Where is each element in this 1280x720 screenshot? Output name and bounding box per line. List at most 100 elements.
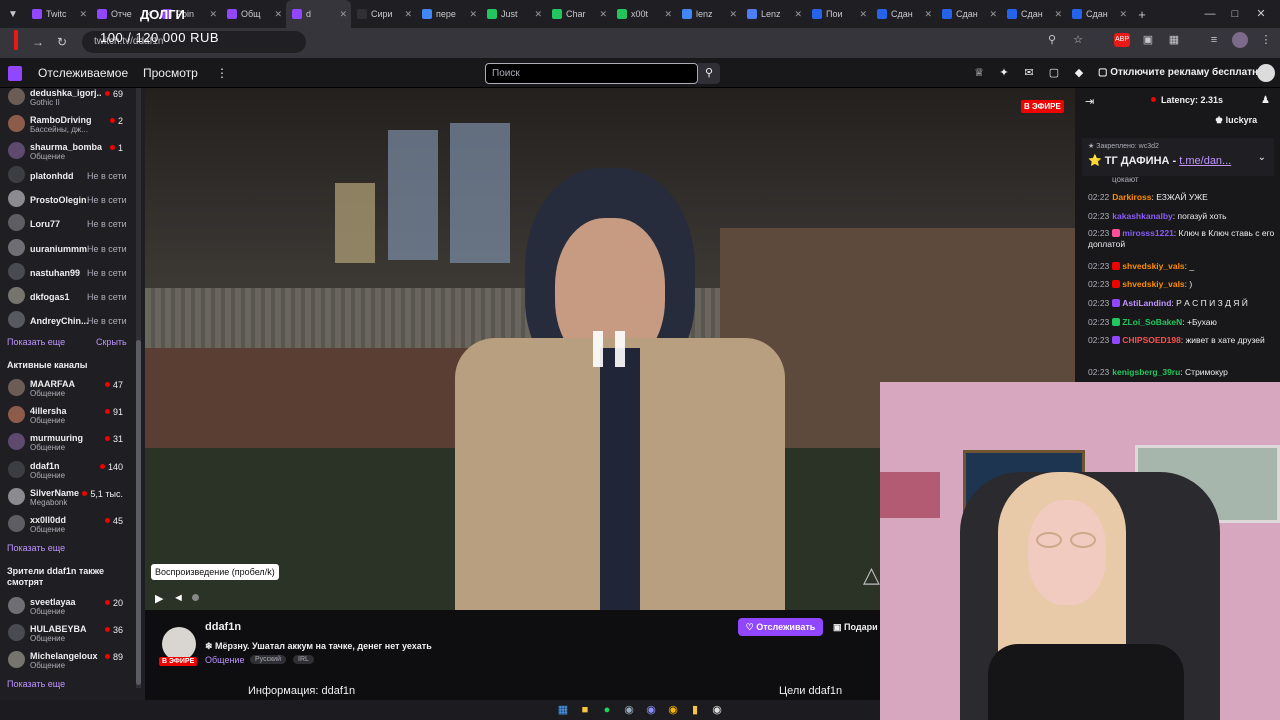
tab-close-icon[interactable]: ✕ (339, 9, 347, 20)
browser-tab[interactable]: Сири ✕ (351, 0, 416, 28)
sidebar-channel[interactable]: sveetlayaa Общение 20 (0, 595, 135, 619)
browser-tab[interactable]: Сдан ✕ (936, 0, 1001, 28)
browser-tab[interactable]: Сдан ✕ (871, 0, 936, 28)
user-avatar[interactable] (1257, 64, 1275, 82)
search-input[interactable]: Поиск (485, 63, 698, 84)
chat-username[interactable]: mirosss1221 (1122, 228, 1174, 238)
chat-badge-icon[interactable] (1112, 229, 1121, 237)
chat-username[interactable]: Darkiross (1112, 192, 1151, 202)
follow-button[interactable]: ♡ Отслеживать (738, 618, 823, 636)
tab-close-icon[interactable]: ✕ (404, 9, 412, 20)
inbox-icon[interactable]: ✉ (1022, 66, 1036, 79)
tab-close-icon[interactable]: ✕ (599, 9, 607, 20)
chat-username[interactable]: kenigsberg_39ru (1112, 367, 1180, 377)
media-control-icon[interactable]: ≡ (1206, 32, 1222, 48)
puzzle-icon[interactable]: ▦ (1166, 32, 1182, 48)
play-icon[interactable]: ▶ (155, 592, 163, 605)
tab-close-icon[interactable]: ✕ (1119, 9, 1127, 20)
sidebar-channel[interactable]: RamboDriving Бассейны, дж... 2 (0, 113, 135, 137)
chat-username[interactable]: shvedskiy_vals (1122, 261, 1184, 271)
whispers-icon[interactable]: ▢ (1047, 66, 1061, 79)
browser-tab[interactable]: Сдан ✕ (1001, 0, 1066, 28)
chat-username[interactable]: AstiLandind (1122, 298, 1171, 308)
tab-list-dropdown-icon[interactable]: ▼ (0, 9, 26, 20)
tab-close-icon[interactable]: ✕ (1054, 9, 1062, 20)
tab-close-icon[interactable]: ✕ (534, 9, 542, 20)
tab-close-icon[interactable]: ✕ (79, 9, 87, 20)
tab-close-icon[interactable]: ✕ (859, 9, 867, 20)
tab-close-icon[interactable]: ✕ (664, 9, 672, 20)
sidebar-channel[interactable]: murmuuring Общение 31 (0, 431, 135, 455)
pinned-link[interactable]: t.me/dan... (1179, 155, 1231, 167)
more-dots-icon[interactable]: ⋮ (216, 66, 228, 80)
sidebar-channel[interactable]: dedushka_igorj... Gothic II 69 (0, 88, 135, 110)
streamer-name[interactable]: ddaf1n (205, 621, 241, 633)
tab-close-icon[interactable]: ✕ (729, 9, 737, 20)
sidebar-channel[interactable]: nastuhan99 Не в сети (0, 261, 135, 285)
chat-username[interactable]: ZLoi_SoBakeN (1122, 317, 1182, 327)
adfree-button[interactable]: ▢ Отключите рекламу бесплатно (1098, 67, 1264, 78)
forward-icon[interactable]: → (26, 35, 50, 49)
browser-tab[interactable]: lenz ✕ (676, 0, 741, 28)
sidebar-channel[interactable]: SilverName Megabonk 5,1 тыс. (0, 486, 135, 510)
hide-link[interactable]: Скрыть (96, 337, 127, 347)
tab-close-icon[interactable]: ✕ (209, 9, 217, 20)
chat-username[interactable]: kakashkanalby (1112, 211, 1172, 221)
browser-tab[interactable]: Twitc ✕ (26, 0, 91, 28)
chat-badge-icon[interactable] (1112, 318, 1121, 326)
menu-dots-icon[interactable]: ⋮ (1258, 32, 1274, 48)
chat-badge-icon[interactable] (1112, 336, 1121, 344)
reload-icon[interactable]: ↻ (50, 35, 74, 49)
sidebar-channel[interactable]: dkfogas1 Не в сети (0, 285, 135, 309)
browser-tab[interactable]: x00t ✕ (611, 0, 676, 28)
sidebar-channel[interactable]: Loru77 Не в сети (0, 212, 135, 236)
chat-badge-icon[interactable] (1112, 299, 1121, 307)
browser-tab[interactable]: Char ✕ (546, 0, 611, 28)
browser-tab[interactable]: Пои ✕ (806, 0, 871, 28)
sidebar-channel[interactable]: ddaf1n Общение 140 (0, 459, 135, 483)
following-link[interactable]: Отслеживаемое (38, 66, 128, 80)
show-more-link-3[interactable]: Показать еще (7, 679, 65, 689)
tag-russian[interactable]: Русский (250, 655, 286, 664)
sidebar-channel[interactable]: MAARFAA Общение 47 (0, 377, 135, 401)
chevron-down-icon[interactable]: ⌄ (1258, 152, 1266, 163)
bits-icon[interactable]: ◆ (1072, 66, 1086, 79)
tab-close-icon[interactable]: ✕ (274, 9, 282, 20)
browser-tab[interactable]: Общ ✕ (221, 0, 286, 28)
browser-tab[interactable]: d ✕ (286, 0, 351, 28)
app-icon[interactable]: ▮ (688, 703, 702, 717)
search-icon[interactable]: ⚲ (698, 63, 720, 84)
sidebar-channel[interactable]: HULABEYBA Общение 36 (0, 622, 135, 646)
sidebar-channel[interactable]: uuraniummm Не в сети (0, 237, 135, 261)
close-window-icon[interactable]: ✕ (1238, 0, 1280, 28)
tag-irl[interactable]: IRL (293, 655, 314, 664)
stream-category[interactable]: Общение (205, 655, 244, 665)
gift-button[interactable]: ▣ Подари (833, 618, 878, 636)
pause-overlay-icon[interactable] (593, 331, 627, 367)
star-icon[interactable]: ☆ (1070, 32, 1086, 48)
extension-icon[interactable]: ▣ (1140, 32, 1156, 48)
extension-tool-icon[interactable]: ✦ (997, 66, 1011, 79)
sidebar-channel[interactable]: AndreyChin... Не в сети (0, 309, 135, 333)
volume-slider[interactable] (192, 594, 199, 601)
pinned-message[interactable]: ★ Закреплено: wc3d2 ⭐ ТГ ДАФИНА - t.me/d… (1082, 138, 1274, 176)
spotify-icon[interactable]: ● (600, 703, 614, 717)
sidebar-channel[interactable]: 4illersha Общение 91 (0, 404, 135, 428)
volume-icon[interactable]: ◄ (173, 592, 184, 604)
sidebar-channel[interactable]: xx0ll0dd Общение 45 (0, 513, 135, 537)
chrome-icon[interactable]: ◉ (666, 703, 680, 717)
browser-tab[interactable]: пере ✕ (416, 0, 481, 28)
twitch-logo-icon[interactable] (8, 66, 22, 81)
windows-start-icon[interactable]: ▦ (556, 703, 570, 717)
chat-badge-icon[interactable] (1112, 280, 1121, 288)
new-tab-button[interactable]: + (1131, 7, 1153, 22)
zoom-icon[interactable]: ⚲ (1044, 32, 1060, 48)
tab-close-icon[interactable]: ✕ (989, 9, 997, 20)
tab-close-icon[interactable]: ✕ (924, 9, 932, 20)
discord-icon[interactable]: ◉ (644, 703, 658, 717)
steam-icon[interactable]: ◉ (622, 703, 636, 717)
streamer-avatar[interactable] (162, 627, 196, 661)
browse-link[interactable]: Просмотр (143, 66, 198, 80)
sidebar-channel[interactable]: platonhdd Не в сети (0, 164, 135, 188)
profile-avatar[interactable] (1232, 32, 1248, 48)
